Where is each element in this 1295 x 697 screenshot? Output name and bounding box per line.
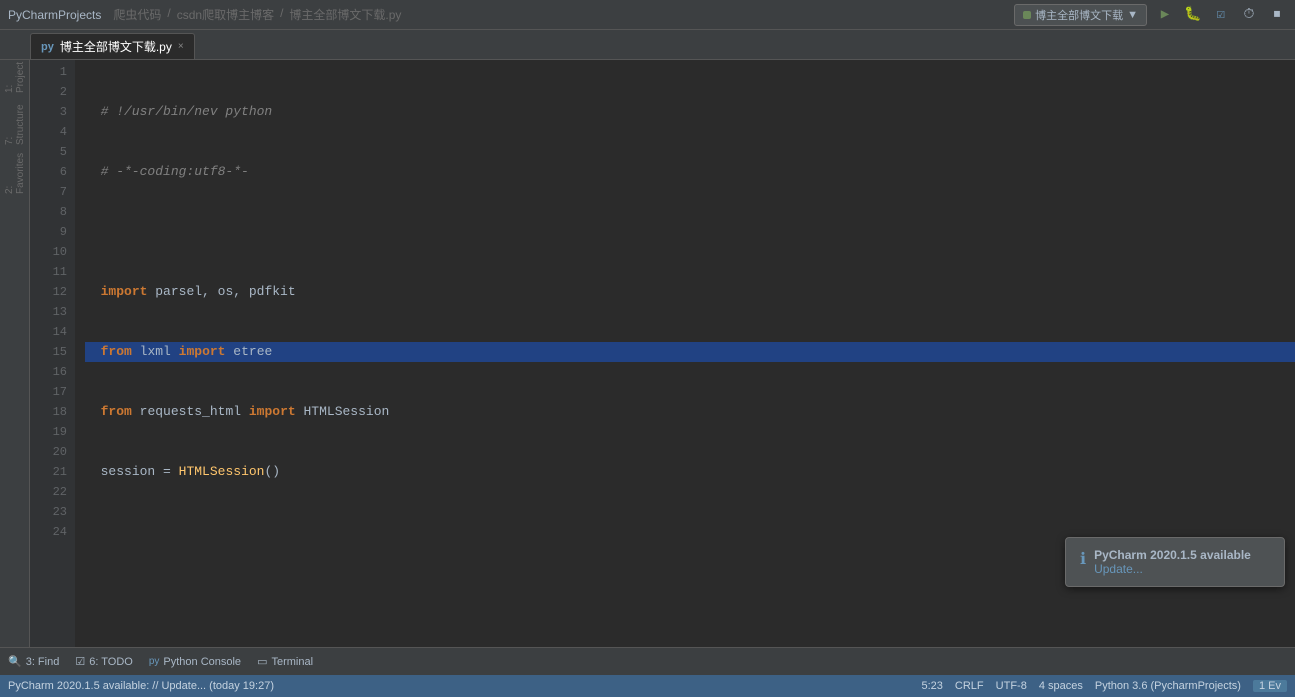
ln-9: 9 [30, 222, 67, 242]
notification-popup: ℹ PyCharm 2020.1.5 available Update... [1065, 537, 1285, 587]
notification-content: PyCharm 2020.1.5 available Update... [1094, 548, 1251, 576]
editor-area: 1 2 3 4 5 6 7 8 9 10 11 12 13 14 15 16 1… [30, 60, 1295, 647]
sidebar-favorites-icon[interactable]: 2: Favorites [3, 161, 27, 185]
title-bar-left: PyCharmProjects 爬虫代码 / csdn爬取博主博客 / 博主全部… [8, 6, 1014, 23]
title-bar-right: 博主全部博文下载 ▼ ▶ 🐛 ☑ ⏱ ⏹ [1014, 4, 1287, 26]
code-line-4: import parsel, os, pdfkit [85, 282, 1295, 302]
ln-12: 12 [30, 282, 67, 302]
python-version[interactable]: Python 3.6 (PycharmProjects) [1095, 680, 1241, 692]
coverage-button[interactable]: ☑ [1211, 5, 1231, 25]
ln-8: 8 [30, 202, 67, 222]
status-right: 5:23 CRLF UTF-8 4 spaces Python 3.6 (Pyc… [922, 680, 1288, 692]
nav-item-3[interactable]: 博主全部博文下载.py [289, 6, 401, 23]
line-ending[interactable]: CRLF [955, 680, 984, 692]
line-numbers: 1 2 3 4 5 6 7 8 9 10 11 12 13 14 15 16 1… [30, 60, 75, 647]
find-icon: 🔍 [8, 655, 22, 668]
nav-sep-1: / [167, 6, 170, 23]
notification-title: PyCharm 2020.1.5 available [1094, 548, 1251, 562]
ln-6: 6 [30, 162, 67, 182]
left-sidebar: 1: Project 7: Structure 2: Favorites [0, 60, 30, 647]
tab-main-file[interactable]: py 博主全部博文下载.py × [30, 33, 195, 59]
find-label: 3: Find [26, 656, 60, 668]
bottom-tab-python-console[interactable]: py Python Console [149, 656, 241, 668]
status-message: PyCharm 2020.1.5 available: // Update...… [8, 680, 274, 692]
ln-1: 1 [30, 62, 67, 82]
status-left: PyCharm 2020.1.5 available: // Update...… [8, 680, 274, 692]
ln-13: 13 [30, 302, 67, 322]
ln-19: 19 [30, 422, 67, 442]
ln-2: 2 [30, 82, 67, 102]
ln-20: 20 [30, 442, 67, 462]
sidebar-structure-icon[interactable]: 7: Structure [3, 113, 27, 137]
status-bar: PyCharm 2020.1.5 available: // Update...… [0, 675, 1295, 697]
run-config-arrow: ▼ [1127, 9, 1138, 21]
ln-21: 21 [30, 462, 67, 482]
tab-close-icon[interactable]: × [178, 41, 184, 52]
indent-size[interactable]: 4 spaces [1039, 680, 1083, 692]
python-console-icon: py [149, 656, 160, 667]
terminal-icon: ▭ [257, 655, 267, 668]
code-line-2: # -*-coding:utf8-*- [85, 162, 1295, 182]
ln-15: 15 [30, 342, 67, 362]
py-file-icon: py [41, 41, 54, 53]
bottom-panel-tabs: 🔍 3: Find ☑ 6: TODO py Python Console ▭ … [0, 647, 1295, 675]
tab-label: 博主全部博文下载.py [60, 38, 172, 55]
run-button[interactable]: ▶ [1155, 5, 1175, 25]
title-nav: 爬虫代码 / csdn爬取博主博客 / 博主全部博文下载.py [113, 6, 401, 23]
run-config-dropdown[interactable]: 博主全部博文下载 ▼ [1014, 4, 1147, 26]
debug-button[interactable]: 🐛 [1183, 5, 1203, 25]
code-line-5: from lxml import etree [85, 342, 1295, 362]
info-icon: ℹ [1080, 549, 1086, 569]
ln-23: 23 [30, 502, 67, 522]
run-config-label: 博主全部博文下载 [1035, 7, 1123, 23]
ln-16: 16 [30, 362, 67, 382]
ln-11: 11 [30, 262, 67, 282]
event-log[interactable]: 1 Ev [1253, 680, 1287, 692]
python-console-label: Python Console [163, 656, 241, 668]
ln-7: 7 [30, 182, 67, 202]
ln-4: 4 [30, 122, 67, 142]
code-line-7: session = HTMLSession() [85, 462, 1295, 482]
cursor-position[interactable]: 5:23 [922, 680, 943, 692]
nav-item-1[interactable]: 爬虫代码 [113, 6, 161, 23]
run-config-icon [1023, 11, 1031, 19]
notification-link[interactable]: Update... [1094, 562, 1251, 576]
ln-10: 10 [30, 242, 67, 262]
code-line-1: # !/usr/bin/nev python [85, 102, 1295, 122]
code-line-6: from requests_html import HTMLSession [85, 402, 1295, 422]
ln-14: 14 [30, 322, 67, 342]
tab-bar: py 博主全部博文下载.py × [0, 30, 1295, 60]
todo-icon: ☑ [75, 655, 85, 668]
nav-item-2[interactable]: csdn爬取博主博客 [177, 6, 274, 23]
todo-label: 6: TODO [89, 656, 133, 668]
profile-button[interactable]: ⏱ [1239, 5, 1259, 25]
ln-5: 5 [30, 142, 67, 162]
ln-17: 17 [30, 382, 67, 402]
ln-24: 24 [30, 522, 67, 542]
ln-3: 3 [30, 102, 67, 122]
ln-18: 18 [30, 402, 67, 422]
terminal-label: Terminal [271, 656, 313, 668]
nav-sep-2: / [280, 6, 283, 23]
encoding[interactable]: UTF-8 [996, 680, 1027, 692]
bottom-tab-todo[interactable]: ☑ 6: TODO [75, 655, 132, 668]
ln-22: 22 [30, 482, 67, 502]
code-line-10 [85, 642, 1295, 647]
sidebar-project-icon[interactable]: 1: Project [3, 65, 27, 89]
app-title: PyCharmProjects [8, 8, 101, 22]
bottom-tab-terminal[interactable]: ▭ Terminal [257, 655, 313, 668]
title-bar: PyCharmProjects 爬虫代码 / csdn爬取博主博客 / 博主全部… [0, 0, 1295, 30]
stop-button[interactable]: ⏹ [1267, 5, 1287, 25]
code-line-3 [85, 222, 1295, 242]
main-area: 1: Project 7: Structure 2: Favorites 1 2… [0, 60, 1295, 647]
bottom-tab-find[interactable]: 🔍 3: Find [8, 655, 59, 668]
